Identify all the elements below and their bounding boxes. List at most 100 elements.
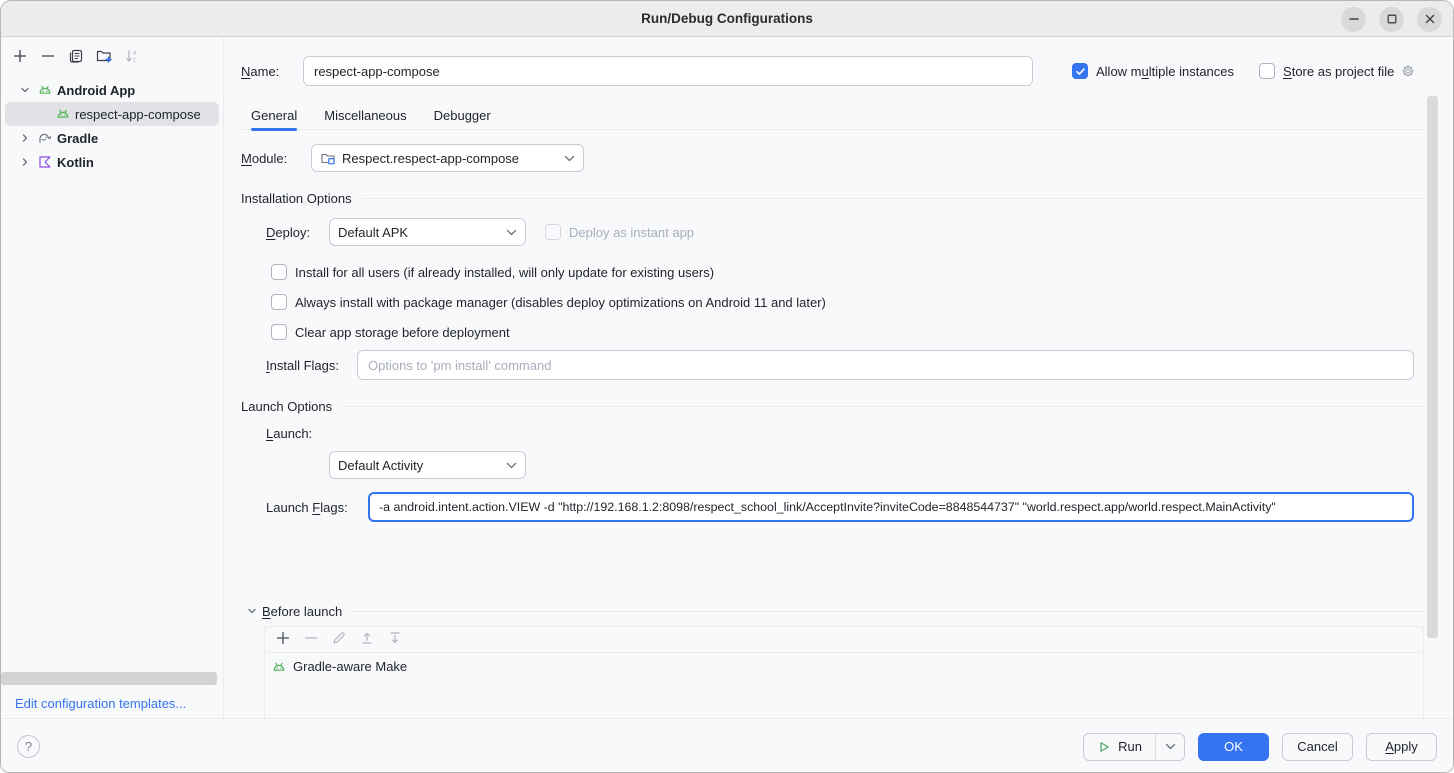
- clear-app-storage-checkbox[interactable]: [271, 324, 287, 340]
- move-up-icon: [359, 630, 375, 649]
- move-down-icon: [387, 630, 403, 649]
- tree-item-android-app[interactable]: Android App: [1, 78, 223, 102]
- copy-configuration-button[interactable]: [67, 48, 85, 66]
- tab-bar: General Miscellaneous Debugger: [241, 101, 1424, 130]
- new-folder-icon: [96, 48, 113, 67]
- deploy-select[interactable]: Default APK: [329, 218, 526, 246]
- chevron-right-icon[interactable]: [17, 130, 33, 146]
- add-task-button[interactable]: [274, 631, 292, 649]
- always-install-with-package-manager-checkbox[interactable]: [271, 294, 287, 310]
- sort-configurations-button[interactable]: az: [123, 48, 141, 66]
- move-up-button[interactable]: [358, 631, 376, 649]
- cancel-button[interactable]: Cancel: [1282, 733, 1353, 761]
- store-as-project-file-label: Store as project file: [1283, 64, 1394, 79]
- run-options-button[interactable]: [1155, 734, 1184, 760]
- install-for-all-users-checkbox[interactable]: [271, 264, 287, 280]
- install-flags-label: Install Flags:: [266, 358, 357, 373]
- remove-icon: [303, 630, 319, 649]
- tree-item-label: Kotlin: [57, 155, 94, 170]
- always-install-with-package-manager-option[interactable]: Always install with package manager (dis…: [241, 287, 1453, 317]
- clear-app-storage-option[interactable]: Clear app storage before deployment: [241, 317, 1453, 347]
- edit-configuration-templates-link[interactable]: Edit configuration templates...: [15, 696, 186, 711]
- before-launch-section: Before launch: [244, 603, 1424, 619]
- run-split-button: Run: [1083, 733, 1185, 761]
- deploy-value: Default APK: [338, 225, 500, 240]
- tab-debugger[interactable]: Debugger: [434, 101, 491, 129]
- module-icon: [320, 150, 336, 166]
- add-configuration-button[interactable]: [11, 48, 29, 66]
- name-input[interactable]: [303, 56, 1033, 86]
- new-folder-button[interactable]: [95, 48, 113, 66]
- run-icon: [1097, 740, 1111, 754]
- installation-options-section: Installation Options: [241, 188, 1424, 208]
- move-down-button[interactable]: [386, 631, 404, 649]
- close-button[interactable]: [1417, 7, 1442, 32]
- launch-select-row: Default Activity: [241, 451, 1453, 479]
- chevron-down-icon[interactable]: [244, 603, 260, 619]
- store-settings-gear-icon[interactable]: [1400, 63, 1416, 79]
- chevron-down-icon: [506, 462, 517, 469]
- store-as-project-file-option[interactable]: Store as project file: [1259, 63, 1416, 79]
- allow-multiple-instances-option[interactable]: Allow multiple instances: [1072, 63, 1234, 79]
- maximize-button[interactable]: [1379, 7, 1404, 32]
- vertical-scrollbar[interactable]: [1427, 96, 1438, 638]
- allow-multiple-instances-checkbox[interactable]: [1072, 63, 1088, 79]
- dialog-footer: ? Run OK Cancel Apply: [1, 718, 1453, 773]
- launch-flags-row: Launch Flags:: [241, 492, 1453, 522]
- module-select[interactable]: Respect.respect-app-compose: [311, 144, 584, 172]
- remove-configuration-button[interactable]: [39, 48, 57, 66]
- tab-general[interactable]: General: [251, 101, 297, 129]
- store-as-project-file-checkbox[interactable]: [1259, 63, 1275, 79]
- before-launch-task[interactable]: Gradle-aware Make: [265, 653, 1423, 680]
- minimize-icon: [1348, 13, 1360, 25]
- install-for-all-users-label: Install for all users (if already instal…: [295, 265, 714, 280]
- help-button[interactable]: ?: [17, 735, 40, 758]
- deploy-as-instant-app-option: Deploy as instant app: [545, 224, 694, 240]
- configuration-tree: Android App respect-app-compose Gradle K…: [1, 78, 223, 174]
- tree-item-gradle[interactable]: Gradle: [1, 126, 223, 150]
- sidebar-horizontal-scrollbar[interactable]: [1, 672, 217, 685]
- footer-buttons: Run OK Cancel Apply: [1083, 733, 1437, 761]
- section-divider: [361, 198, 1424, 199]
- launch-value: Default Activity: [338, 458, 500, 473]
- before-launch-toolbar: [265, 627, 1423, 653]
- edit-icon: [331, 630, 347, 649]
- launch-label: Launch:: [266, 426, 312, 441]
- deploy-as-instant-app-checkbox: [545, 224, 561, 240]
- install-flags-input[interactable]: [357, 350, 1414, 380]
- chevron-right-icon[interactable]: [17, 154, 33, 170]
- sort-alphabetically-icon: az: [124, 48, 140, 67]
- help-icon: ?: [25, 739, 32, 754]
- section-title: Launch Options: [241, 399, 332, 414]
- dialog-title: Run/Debug Configurations: [641, 11, 813, 26]
- remove-task-button[interactable]: [302, 631, 320, 649]
- chevron-down-icon: [506, 229, 517, 236]
- gradle-icon: [37, 130, 53, 146]
- launch-flags-label: Launch Flags:: [266, 500, 368, 515]
- module-label: Module:: [241, 151, 311, 166]
- android-icon: [271, 659, 287, 675]
- tree-item-label: respect-app-compose: [75, 107, 201, 122]
- chevron-down-icon: [564, 155, 575, 162]
- edit-task-button[interactable]: [330, 631, 348, 649]
- minimize-button[interactable]: [1341, 7, 1366, 32]
- section-divider: [341, 406, 1424, 407]
- chevron-down-icon[interactable]: [17, 82, 33, 98]
- add-icon: [12, 48, 28, 67]
- launch-flags-input[interactable]: [368, 492, 1414, 522]
- ok-button[interactable]: OK: [1198, 733, 1269, 761]
- name-row: Name: Allow multiple instances Store as …: [241, 56, 1453, 86]
- tree-item-kotlin[interactable]: Kotlin: [1, 150, 223, 174]
- run-button[interactable]: Run: [1084, 734, 1155, 760]
- apply-button[interactable]: Apply: [1366, 733, 1437, 761]
- kotlin-icon: [37, 154, 53, 170]
- remove-icon: [40, 48, 56, 67]
- module-row: Module: Respect.respect-app-compose: [241, 144, 1453, 172]
- install-options-checkboxes: Install for all users (if already instal…: [241, 257, 1453, 347]
- tab-miscellaneous[interactable]: Miscellaneous: [324, 101, 406, 129]
- title-bar: Run/Debug Configurations: [1, 1, 1453, 37]
- tree-item-respect-app-compose[interactable]: respect-app-compose: [5, 102, 219, 126]
- install-for-all-users-option[interactable]: Install for all users (if already instal…: [241, 257, 1453, 287]
- run-button-label: Run: [1118, 739, 1142, 754]
- launch-select[interactable]: Default Activity: [329, 451, 526, 479]
